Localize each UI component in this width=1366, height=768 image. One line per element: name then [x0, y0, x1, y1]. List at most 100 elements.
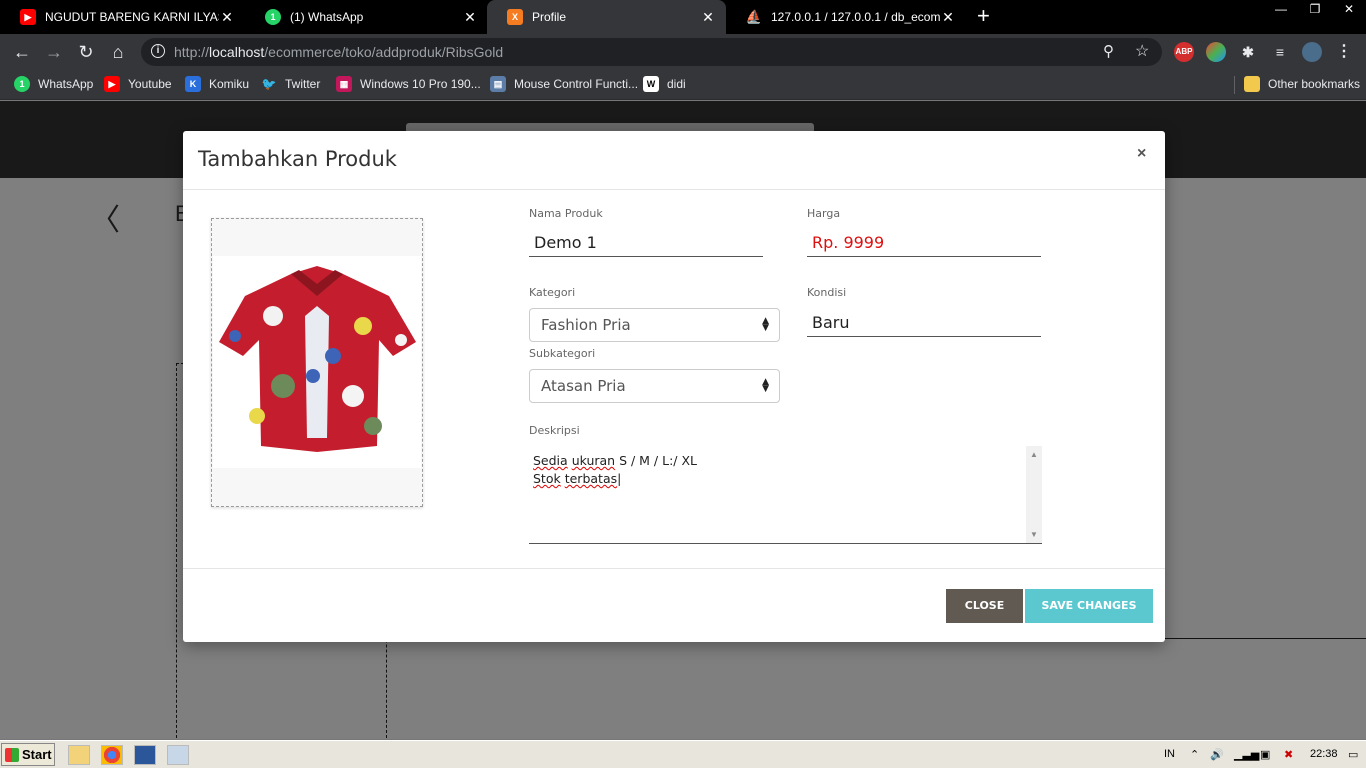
bookmark-label: Windows 10 Pro 190... — [360, 77, 481, 91]
menu-kebab-icon[interactable]: ⋮ — [1334, 42, 1354, 62]
tab-title: Profile — [532, 10, 567, 24]
adblock-icon[interactable]: ABP — [1174, 42, 1194, 62]
home-icon[interactable]: ⌂ — [107, 41, 129, 63]
nama-produk-input[interactable] — [529, 223, 763, 257]
whatsapp-icon: 1 — [14, 76, 30, 92]
windows-flag-icon — [5, 747, 19, 762]
close-button[interactable]: CLOSE — [946, 589, 1023, 623]
modal-header: Tambahkan Produk × — [183, 131, 1165, 190]
app-icon[interactable] — [167, 745, 189, 765]
bookmark-label: Mouse Control Functi... — [514, 77, 639, 91]
explorer-icon[interactable] — [68, 745, 90, 765]
notification-icon[interactable]: ▭ — [1348, 748, 1358, 761]
bookmark-star-icon[interactable]: ☆ — [1135, 41, 1149, 61]
taskbar: Start IN ⌃ 🔊 ▁▃▅ ▣ ✖ 22:38 ▭ — [0, 740, 1366, 768]
clock[interactable]: 22:38 — [1310, 748, 1338, 760]
close-window-icon[interactable]: ✕ — [1332, 0, 1366, 20]
kategori-select[interactable]: Fashion Pria ▲ ▼ — [529, 308, 780, 342]
bookmark-label: Komiku — [209, 77, 250, 91]
back-icon[interactable]: ← — [11, 41, 33, 63]
textarea-scrollbar[interactable]: ▲ ▼ — [1026, 446, 1042, 543]
signal-icon[interactable]: ▁▃▅ — [1234, 748, 1259, 761]
select-arrows-icon: ▲ ▼ — [762, 316, 769, 333]
whatsapp-icon: 1 — [265, 9, 281, 25]
bookmark-didi[interactable]: W didi — [643, 76, 686, 92]
harga-input[interactable] — [807, 223, 1041, 257]
bookmark-mouse-control[interactable]: ▤ Mouse Control Functi... — [490, 76, 638, 92]
close-tab-icon[interactable]: ✕ — [700, 9, 716, 26]
zoom-icon[interactable]: ⚲ — [1103, 42, 1114, 60]
deskripsi-text: Sedia ukuran S / M / L:/ XL Stok terbata… — [533, 453, 698, 486]
product-image-upload[interactable] — [211, 218, 423, 507]
kategori-label: Kategori — [529, 286, 576, 299]
subkategori-value: Atasan Pria — [541, 377, 626, 395]
folder-icon — [1244, 76, 1260, 92]
other-bookmarks-label: Other bookmarks — [1268, 77, 1361, 91]
bookmark-komiku[interactable]: K Komiku — [185, 76, 249, 92]
bookmark-label: WhatsApp — [38, 77, 94, 91]
profile-avatar-icon[interactable] — [1302, 42, 1322, 62]
tab-whatsapp[interactable]: 1 (1) WhatsApp ✕ — [245, 0, 488, 34]
komiku-icon: K — [185, 76, 201, 92]
kondisi-input[interactable] — [807, 303, 1041, 337]
minimize-icon[interactable]: — — [1264, 0, 1298, 20]
windows-icon: ▦ — [336, 76, 352, 92]
tab-title: 127.0.0.1 / 127.0.0.1 / db_ecomme — [771, 10, 940, 24]
wikipedia-icon: W — [643, 76, 659, 92]
close-tab-icon[interactable]: ✕ — [940, 9, 956, 26]
select-arrows-icon: ▲ ▼ — [762, 377, 769, 394]
security-alert-icon[interactable]: ✖ — [1284, 748, 1293, 761]
window-controls: — ❐ ✕ — [1264, 0, 1366, 20]
address-bar[interactable]: i http://localhost/ecommerce/toko/addpro… — [141, 38, 1162, 66]
save-changes-button[interactable]: SAVE CHANGES — [1025, 589, 1153, 623]
subkategori-select[interactable]: Atasan Pria ▲ ▼ — [529, 369, 780, 403]
start-button[interactable]: Start — [1, 743, 55, 766]
close-tab-icon[interactable]: ✕ — [219, 9, 235, 26]
youtube-icon: ▶ — [20, 9, 36, 25]
url-text: http://localhost/ecommerce/toko/addprodu… — [174, 44, 504, 60]
modal-title: Tambahkan Produk — [198, 147, 397, 171]
bookmark-label: didi — [667, 77, 686, 91]
phpmyadmin-icon: ⛵ — [745, 9, 763, 24]
reading-list-icon[interactable]: ≡ — [1270, 42, 1290, 62]
new-tab-icon[interactable]: + — [977, 5, 990, 27]
reload-icon[interactable]: ↻ — [75, 41, 97, 63]
close-tab-icon[interactable]: ✕ — [462, 9, 478, 26]
document-icon: ▤ — [490, 76, 506, 92]
forward-icon[interactable]: → — [43, 41, 65, 63]
scroll-down-icon[interactable]: ▼ — [1026, 530, 1042, 539]
shirt-image — [219, 266, 416, 452]
bookmark-windows[interactable]: ▦ Windows 10 Pro 190... — [336, 76, 481, 92]
info-icon[interactable]: i — [151, 44, 165, 58]
kondisi-label: Kondisi — [807, 286, 847, 299]
network-icon[interactable]: ▣ — [1260, 748, 1270, 761]
close-icon[interactable]: × — [1137, 145, 1146, 163]
tab-title: (1) WhatsApp — [290, 10, 364, 24]
scroll-up-icon[interactable]: ▲ — [1026, 450, 1042, 459]
bookmark-whatsapp[interactable]: 1 WhatsApp — [14, 76, 93, 92]
restore-icon[interactable]: ❐ — [1298, 0, 1332, 20]
chrome-taskbar-icon[interactable] — [101, 745, 123, 765]
tab-youtube[interactable]: ▶ NGUDUT BARENG KARNI ILYAS☐ ( ✕ — [0, 0, 245, 34]
bookmark-label: Twitter — [285, 77, 321, 91]
deskripsi-textarea[interactable]: Sedia ukuran S / M / L:/ XL Stok terbata… — [529, 446, 1042, 544]
xampp-icon: X — [507, 9, 523, 25]
bookmarks-divider — [1234, 76, 1235, 94]
bookmark-label: Youtube — [128, 77, 172, 91]
word-icon[interactable] — [134, 745, 156, 765]
tab-profile[interactable]: X Profile ✕ — [487, 0, 726, 34]
harga-label: Harga — [807, 207, 841, 220]
language-indicator[interactable]: IN — [1164, 748, 1175, 760]
bookmark-youtube[interactable]: ▶ Youtube — [104, 76, 172, 92]
other-bookmarks[interactable]: Other bookmarks — [1244, 76, 1360, 92]
tab-phpmyadmin[interactable]: ⛵ 127.0.0.1 / 127.0.0.1 / db_ecomme ✕ — [726, 0, 966, 34]
bookmark-twitter[interactable]: 🐦 Twitter — [261, 76, 321, 92]
start-label: Start — [22, 747, 52, 762]
browser-toolbar: ← → ↻ ⌂ i http://localhost/ecommerce/tok… — [0, 34, 1366, 70]
tray-expand-icon[interactable]: ⌃ — [1190, 748, 1199, 761]
tab-strip: ▶ NGUDUT BARENG KARNI ILYAS☐ ( ✕ 1 (1) W… — [0, 0, 1366, 34]
extensions-puzzle-icon[interactable]: ✱ — [1238, 42, 1258, 62]
volume-icon[interactable]: 🔊 — [1210, 748, 1224, 761]
extension-color-icon[interactable] — [1206, 42, 1226, 62]
product-image — [213, 256, 421, 468]
